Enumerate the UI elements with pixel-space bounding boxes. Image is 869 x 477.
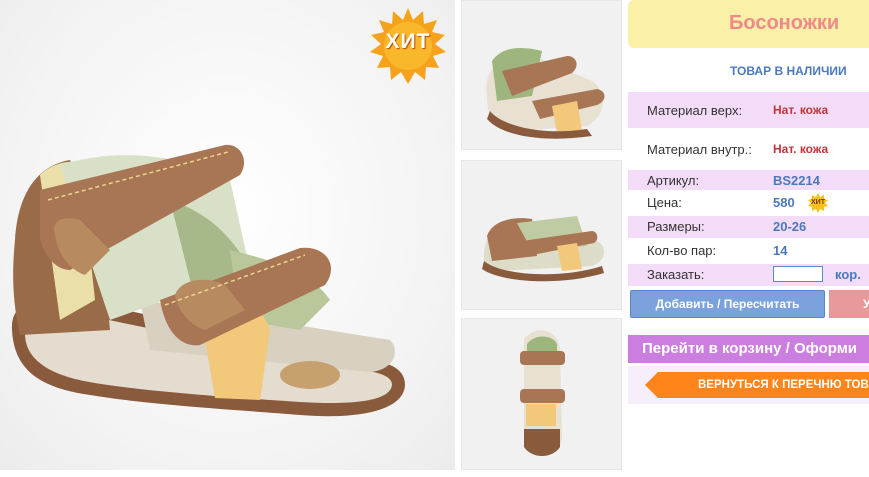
go-to-cart-button[interactable]: Перейти в корзину / Оформи	[628, 335, 869, 363]
detail-row-material-inner: Материал внутр.: Нат. кожа	[628, 130, 869, 168]
thumbnail-1[interactable]	[461, 0, 622, 150]
remove-button[interactable]: У	[829, 290, 869, 318]
order-quantity-input[interactable]	[773, 266, 823, 282]
order-unit-label: кор.	[835, 267, 861, 282]
product-title: Босоножки	[729, 12, 840, 34]
hit-badge-label: ХИТ	[385, 30, 431, 53]
price-hit-label: ХИТ	[811, 199, 825, 206]
product-title-box: Босоножки	[628, 0, 869, 48]
detail-label: Кол-во пар:	[647, 243, 717, 258]
price-hit-badge: ХИТ	[808, 193, 828, 213]
detail-row-pairs: Кол-во пар: 14	[628, 240, 869, 262]
stock-status: ТОВАР В НАЛИЧИИ	[730, 64, 847, 78]
sandal-thumb-top-image	[520, 330, 565, 456]
detail-value: Нат. кожа	[773, 103, 829, 117]
detail-value: 20-26	[773, 219, 807, 234]
back-to-list-button[interactable]: ВЕРНУТЬСЯ К ПЕРЕЧНЮ ТОВА	[645, 372, 869, 398]
detail-value: 14	[773, 243, 788, 258]
detail-label: Заказать:	[647, 267, 705, 282]
detail-label: Цена:	[647, 195, 682, 210]
back-button-container: ВЕРНУТЬСЯ К ПЕРЕЧНЮ ТОВА	[628, 366, 869, 404]
add-recalculate-button[interactable]: Добавить / Пересчитать	[630, 290, 825, 318]
detail-value: Нат. кожа	[773, 142, 829, 156]
product-info-panel: Босоножки ТОВАР В НАЛИЧИИ Материал верх:…	[628, 0, 869, 477]
thumbnail-3[interactable]	[461, 318, 622, 470]
detail-row-sizes: Размеры: 20-26	[628, 216, 869, 238]
sandal-thumb-side-image	[482, 216, 604, 282]
detail-label: Материал внутр.:	[647, 142, 752, 157]
detail-label: Размеры:	[647, 219, 705, 234]
detail-value: BS2214	[773, 173, 820, 188]
detail-row-order: Заказать: кор.	[628, 264, 869, 286]
thumbnail-2[interactable]	[461, 160, 622, 310]
detail-value: 580	[773, 195, 795, 210]
hit-badge: ХИТ	[370, 8, 446, 84]
detail-row-price: Цена: 580 ХИТ	[628, 192, 869, 214]
detail-label: Артикул:	[647, 173, 700, 188]
detail-row-material-top: Материал верх: Нат. кожа	[628, 92, 869, 128]
detail-row-article: Артикул: BS2214	[628, 170, 869, 190]
detail-label: Материал верх:	[647, 103, 743, 118]
sandal-thumb-angle-image	[486, 48, 605, 139]
